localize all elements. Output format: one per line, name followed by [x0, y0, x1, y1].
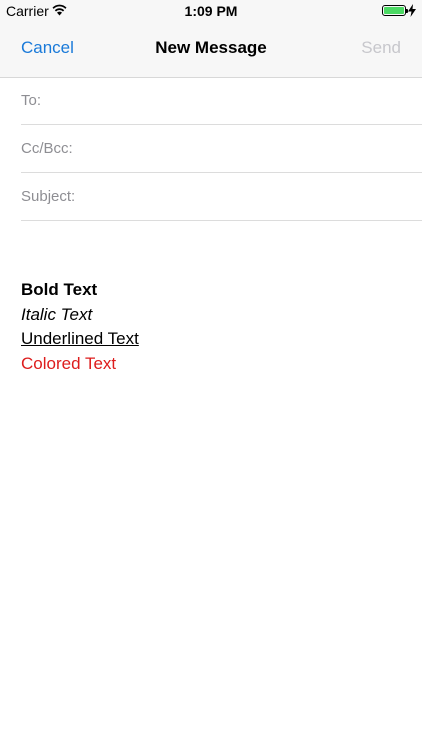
- bolt-icon: [408, 4, 416, 17]
- navigation-bar: Cancel New Message Send: [0, 22, 422, 78]
- page-title: New Message: [155, 38, 267, 57]
- send-button[interactable]: Send: [361, 38, 401, 58]
- bold-text-line: Bold Text: [21, 280, 98, 299]
- underlined-text-line: Underlined Text: [21, 329, 139, 348]
- status-bar: Carrier 1:09 PM: [0, 0, 422, 22]
- battery-icon: [382, 5, 408, 16]
- colored-text-line: Colored Text: [21, 353, 117, 373]
- cc-bcc-field[interactable]: Cc/Bcc:: [21, 126, 422, 173]
- battery-fill: [384, 7, 404, 14]
- subject-label: Subject:: [21, 188, 76, 205]
- subject-field[interactable]: Subject:: [21, 174, 422, 221]
- cc-bcc-label: Cc/Bcc:: [21, 140, 73, 157]
- to-label: To:: [21, 92, 42, 109]
- to-field[interactable]: To:: [21, 78, 422, 125]
- italic-text-line: Italic Text: [21, 304, 93, 324]
- status-time: 1:09 PM: [184, 3, 238, 19]
- message-body[interactable]: Bold Text Italic Text Underlined Text Co…: [21, 278, 401, 376]
